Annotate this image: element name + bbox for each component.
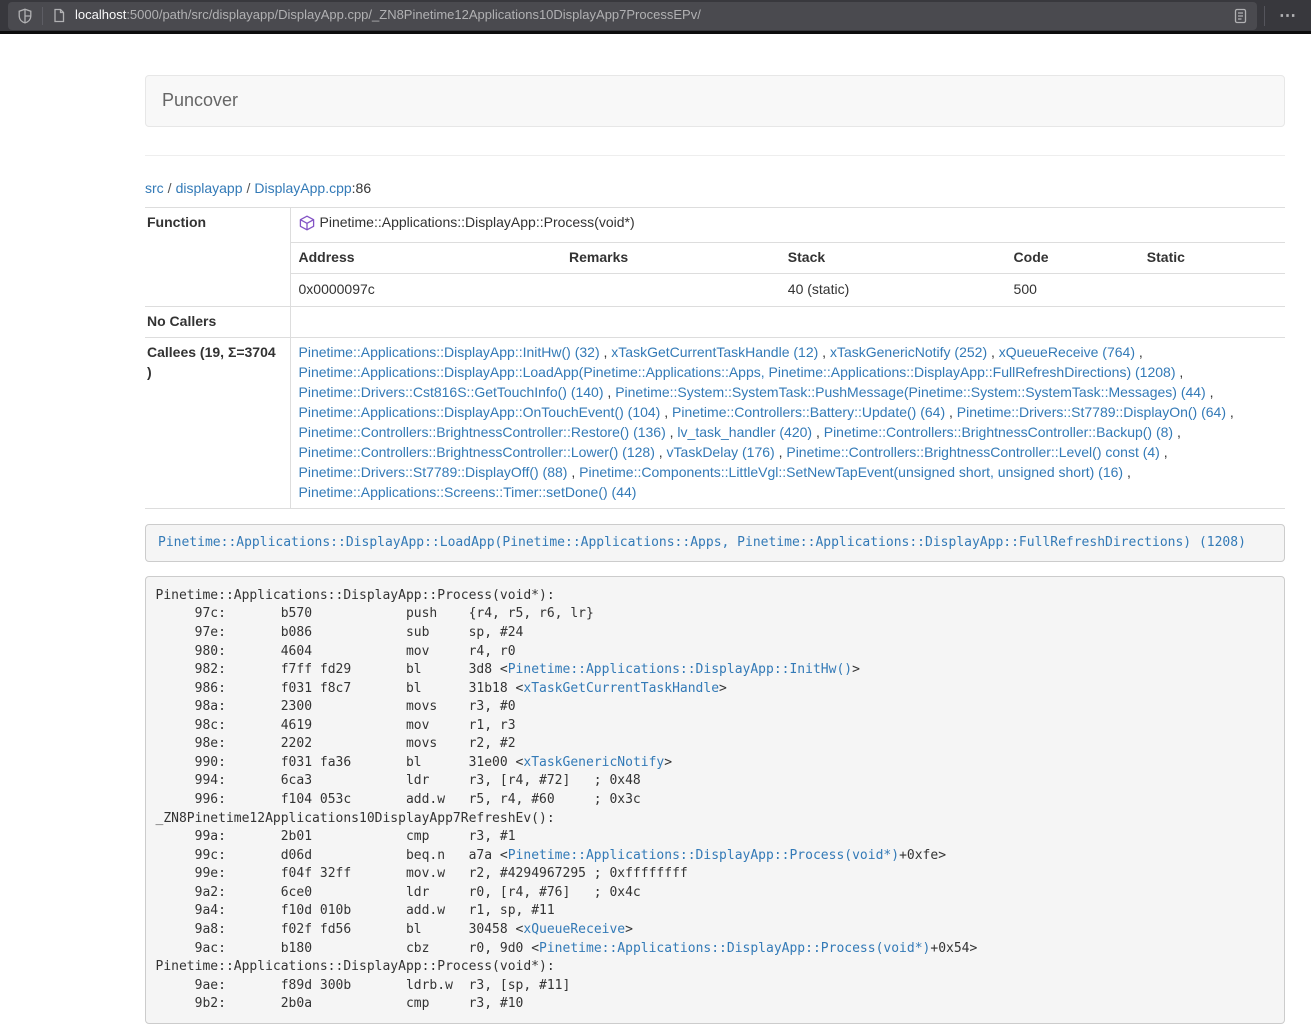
- asm-symbol-link[interactable]: Pinetime::Applications::DisplayApp::Init…: [508, 662, 852, 677]
- asm-symbol-link[interactable]: xQueueReceive: [523, 922, 625, 937]
- callee-link[interactable]: Pinetime::Applications::DisplayApp::Init…: [299, 344, 600, 360]
- callee-link[interactable]: xTaskGenericNotify (252): [830, 344, 987, 360]
- page-icon[interactable]: [52, 8, 66, 23]
- callees-label: Callees (19, Σ=3704 ): [145, 337, 290, 508]
- table-row: No Callers: [145, 306, 1285, 337]
- breadcrumb-separator: /: [247, 180, 251, 196]
- callees-cell: Pinetime::Applications::DisplayApp::Init…: [290, 337, 1285, 508]
- callee-link[interactable]: vTaskDelay (176): [667, 444, 775, 460]
- column-header-address: Address: [291, 243, 562, 273]
- callee-link[interactable]: Pinetime::Applications::Screens::Timer::…: [299, 484, 637, 500]
- callee-link[interactable]: Pinetime::Applications::DisplayApp::Load…: [299, 364, 1176, 380]
- brand-link[interactable]: Puncover: [146, 88, 254, 114]
- url-path: :5000/path/src/displayapp/DisplayApp.cpp…: [126, 7, 701, 22]
- callers-cell: [290, 306, 1285, 337]
- callee-link[interactable]: xQueueReceive (764): [999, 344, 1135, 360]
- callee-link[interactable]: xTaskGetCurrentTaskHandle (12): [611, 344, 818, 360]
- callee-link[interactable]: Pinetime::System::SystemTask::PushMessag…: [615, 384, 1206, 400]
- breadcrumb-link-src[interactable]: src: [145, 180, 164, 196]
- callee-link[interactable]: Pinetime::Applications::DisplayApp::OnTo…: [299, 404, 661, 420]
- column-header-stack: Stack: [780, 243, 1006, 273]
- hovered-symbol-box: Pinetime::Applications::DisplayApp::Load…: [145, 524, 1285, 563]
- callee-link[interactable]: Pinetime::Drivers::Cst816S::GetTouchInfo…: [299, 384, 604, 400]
- callee-link[interactable]: Pinetime::Drivers::St7789::DisplayOff() …: [299, 464, 568, 480]
- meatball-menu-icon[interactable]: ⋯: [1272, 7, 1303, 24]
- column-header-remarks: Remarks: [561, 243, 780, 273]
- remarks-value: [561, 273, 780, 305]
- breadcrumb-line-number: :86: [352, 180, 371, 196]
- breadcrumb-separator: /: [168, 180, 172, 196]
- callee-link[interactable]: Pinetime::Controllers::BrightnessControl…: [786, 444, 1159, 460]
- callee-link[interactable]: Pinetime::Controllers::BrightnessControl…: [299, 424, 666, 440]
- page-container: Puncover src/displayapp/DisplayApp.cpp:8…: [145, 75, 1285, 1024]
- shield-icon[interactable]: [17, 8, 33, 24]
- asm-symbol-link[interactable]: xTaskGetCurrentTaskHandle: [523, 681, 719, 696]
- address-bar[interactable]: localhost:5000/path/src/displayapp/Displ…: [8, 2, 1257, 30]
- no-callers-label: No Callers: [145, 306, 290, 337]
- callee-link[interactable]: Pinetime::Drivers::St7789::DisplayOn() (…: [957, 404, 1226, 420]
- callee-link[interactable]: Pinetime::Components::LittleVgl::SetNewT…: [579, 464, 1123, 480]
- table-row: Address Remarks Stack Code Static 0x0000…: [145, 242, 1285, 306]
- breadcrumb: src/displayapp/DisplayApp.cpp:86: [145, 179, 1285, 199]
- callee-link[interactable]: lv_task_handler (420): [677, 424, 812, 440]
- static-value: [1139, 273, 1285, 305]
- divider: [1264, 6, 1265, 26]
- asm-symbol-link[interactable]: Pinetime::Applications::DisplayApp::Proc…: [508, 848, 899, 863]
- breadcrumb-link-file[interactable]: DisplayApp.cpp: [254, 180, 351, 196]
- function-name: Pinetime::Applications::DisplayApp::Proc…: [320, 213, 635, 233]
- address-value: 0x0000097c: [291, 273, 562, 305]
- loadapp-signature-link[interactable]: Pinetime::Applications::DisplayApp::Load…: [158, 535, 1246, 550]
- package-icon: [299, 215, 315, 231]
- url-text: localhost:5000/path/src/displayapp/Displ…: [75, 6, 1233, 25]
- asm-symbol-link[interactable]: xTaskGenericNotify: [523, 755, 664, 770]
- function-stats-table: Address Remarks Stack Code Static 0x0000…: [291, 243, 1286, 306]
- code-value: 500: [1006, 273, 1139, 305]
- breadcrumb-link-displayapp[interactable]: displayapp: [176, 180, 243, 196]
- stack-value: 40 (static): [780, 273, 1006, 305]
- asm-symbol-link[interactable]: Pinetime::Applications::DisplayApp::Proc…: [539, 941, 930, 956]
- callee-link[interactable]: Pinetime::Controllers::BrightnessControl…: [824, 424, 1173, 440]
- callee-link[interactable]: Pinetime::Controllers::BrightnessControl…: [299, 444, 655, 460]
- divider: [145, 155, 1285, 156]
- assembly-code: Pinetime::Applications::DisplayApp::Proc…: [145, 576, 1285, 1024]
- column-header-code: Code: [1006, 243, 1139, 273]
- divider: [42, 7, 43, 25]
- browser-toolbar: localhost:5000/path/src/displayapp/Displ…: [0, 0, 1311, 34]
- reader-mode-icon[interactable]: [1233, 8, 1248, 24]
- table-row: Callees (19, Σ=3704 ) Pinetime::Applicat…: [145, 337, 1285, 508]
- navbar: Puncover: [145, 75, 1285, 127]
- function-table: Function Pinetime::Applications::Display…: [145, 207, 1285, 509]
- table-row: Function Pinetime::Applications::Display…: [145, 207, 1285, 242]
- table-header-row: Address Remarks Stack Code Static: [291, 243, 1286, 273]
- callee-link[interactable]: Pinetime::Controllers::Battery::Update()…: [672, 404, 945, 420]
- function-row-label: Function: [145, 207, 290, 306]
- table-row: 0x0000097c 40 (static) 500: [291, 273, 1286, 305]
- column-header-static: Static: [1139, 243, 1285, 273]
- url-host: localhost: [75, 7, 126, 22]
